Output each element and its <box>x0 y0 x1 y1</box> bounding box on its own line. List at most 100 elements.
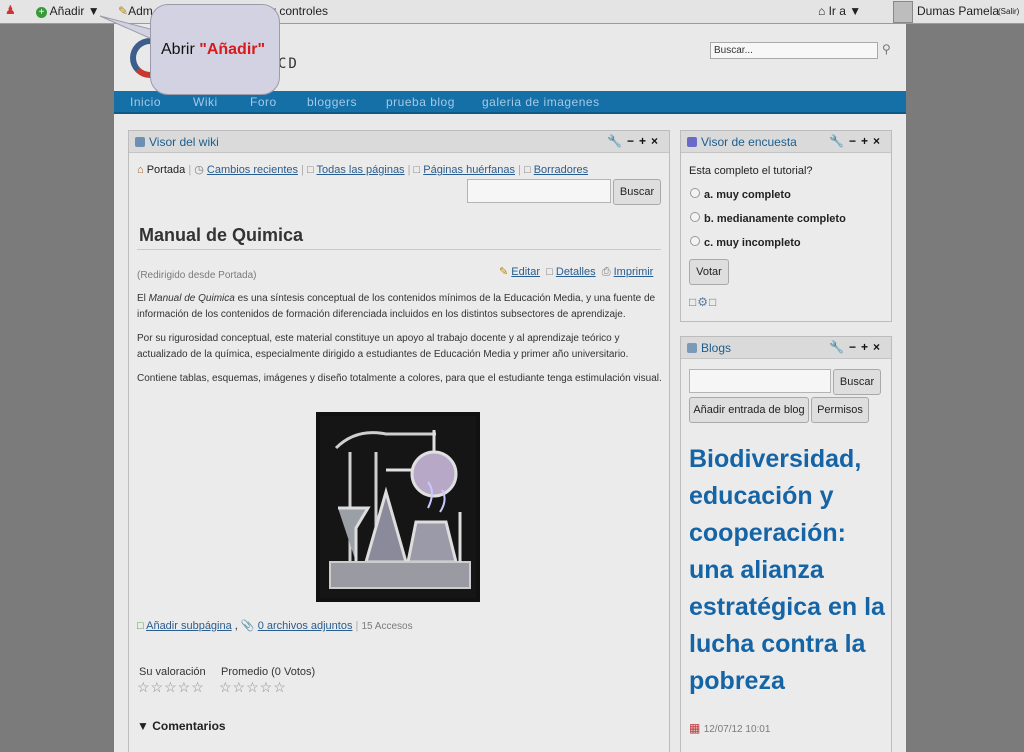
edit-link[interactable]: Editar <box>511 266 540 278</box>
permissions-button[interactable]: Permisos <box>811 397 869 423</box>
portlet-controls[interactable]: 🔧−+× <box>829 340 885 354</box>
paragraph-2: Por su rigurosidad conceptual, este mate… <box>137 333 629 360</box>
add-icon[interactable]: □ <box>709 295 717 309</box>
site-logo-text: CD <box>278 56 299 72</box>
poll-portlet-titlebar: Visor de encuesta 🔧−+× <box>681 131 891 153</box>
tab-cambios-recientes[interactable]: Cambios recientes <box>207 164 298 176</box>
add-menu-label: Añadir <box>49 4 85 18</box>
redirect-note: (Redirigido desde Portada) <box>137 270 257 281</box>
wrench-icon[interactable]: 🔧 <box>607 134 627 148</box>
lab-illustration <box>320 416 476 598</box>
comments-label: Comentarios <box>152 719 226 733</box>
your-rating-stars[interactable]: ☆☆☆☆☆ <box>137 679 205 696</box>
page-icon: □ <box>523 164 531 176</box>
page-actions: ✎ Editar □ Detalles ⎙ Imprimir <box>499 265 653 279</box>
comments-toggle[interactable]: ▼ Comentarios <box>137 719 226 733</box>
poll-option-b[interactable]: b. medianamente completo <box>704 213 846 225</box>
attachments-link[interactable]: 0 archivos adjuntos <box>258 620 353 632</box>
calendar-icon: ▦ <box>689 721 701 735</box>
tab-todas-paginas[interactable]: Todas las páginas <box>317 164 405 176</box>
tooltip-prefix: Abrir <box>161 41 195 58</box>
wiki-search-input[interactable] <box>467 179 611 203</box>
view-count: 15 Accesos <box>361 621 413 632</box>
chemistry-lab-image <box>316 412 480 602</box>
poll-option-radio-b[interactable] <box>690 212 700 222</box>
clock-icon: ◷ <box>194 164 204 176</box>
page-footer-links: □ Añadir subpágina , 📎 0 archivos adjunt… <box>137 620 413 632</box>
wiki-portlet: Visor del wiki 🔧−+× ⌂ Portada | ◷ Cambio… <box>128 130 670 752</box>
search-icon[interactable]: ⚲ <box>882 42 891 56</box>
add-icon: + <box>36 7 47 18</box>
poll-portlet-title: Visor de encuesta <box>701 135 797 149</box>
wiki-tabs: ⌂ Portada | ◷ Cambios recientes | □ Toda… <box>137 164 589 176</box>
poll-question: Esta completo el tutorial? <box>689 165 813 177</box>
page-container: CD ⚲ Inicio Wiki Foro bloggers prueba bl… <box>114 24 906 752</box>
printer-icon: ⎙ <box>601 266 611 278</box>
toggle-controls-button[interactable]: r controles <box>272 4 328 18</box>
add-menu-button[interactable]: + Añadir ▼ <box>36 4 100 18</box>
poll-option-radio-c[interactable] <box>690 236 700 246</box>
nav-item-prueba-blog[interactable]: prueba blog <box>386 95 455 109</box>
logout-link[interactable]: (Salir) <box>998 7 1019 16</box>
tooltip-pointer <box>99 15 155 41</box>
goto-label: Ir a <box>828 4 846 18</box>
paragraph-3: Contiene tablas, esquemas, imágenes y di… <box>137 373 662 384</box>
blog-entry-date: ▦ 12/07/12 10:01 <box>689 721 770 735</box>
add-subpage-link[interactable]: Añadir subpágina <box>146 620 232 632</box>
goto-menu-button[interactable]: ⌂ Ir a ▼ <box>818 4 861 18</box>
wrench-icon[interactable]: 🔧 <box>829 134 849 148</box>
page-icon: □ <box>546 266 553 278</box>
add-blog-entry-button[interactable]: Añadir entrada de blog <box>689 397 809 423</box>
attachment-icon: 📎 <box>240 620 255 632</box>
page-icon: □ <box>306 164 314 176</box>
portlet-controls[interactable]: 🔧−+× <box>607 134 663 148</box>
nav-item-galeria[interactable]: galeria de imagenes <box>482 95 600 109</box>
print-link[interactable]: Imprimir <box>614 266 654 278</box>
pin-icon[interactable]: ♟ <box>5 3 16 17</box>
details-link[interactable]: Detalles <box>556 266 596 278</box>
poll-portlet: Visor de encuesta 🔧−+× Esta completo el … <box>680 130 892 322</box>
wiki-search-button[interactable]: Buscar <box>613 179 661 205</box>
blogs-portlet: Blogs 🔧−+× Buscar Añadir entrada de blog… <box>680 336 892 752</box>
vote-button[interactable]: Votar <box>689 259 729 285</box>
tooltip-text: Abrir "Añadir" <box>161 41 265 59</box>
page-title: Manual de Quimica <box>139 225 304 245</box>
gear-icon[interactable]: ⚙ <box>697 295 709 309</box>
nav-item-bloggers[interactable]: bloggers <box>307 95 357 109</box>
poll-option-radio-a[interactable] <box>690 188 700 198</box>
p1-pre: El <box>137 293 149 304</box>
p1-em: Manual de Quimica <box>148 293 235 304</box>
site-search-input[interactable] <box>710 42 878 59</box>
blog-entry-title[interactable]: Biodiversidad, educación y cooperación: … <box>689 441 885 700</box>
wiki-portlet-titlebar: Visor del wiki 🔧−+× <box>129 131 669 153</box>
portlet-controls[interactable]: 🔧−+× <box>829 134 885 148</box>
home-icon: ⌂ <box>137 164 144 176</box>
wiki-icon <box>135 137 145 147</box>
nav-item-inicio[interactable]: Inicio <box>130 95 161 109</box>
page-icon: □ <box>413 164 421 176</box>
poll-option-c[interactable]: c. muy incompleto <box>704 237 801 249</box>
average-rating-stars: ☆☆☆☆☆ <box>219 679 287 695</box>
tab-paginas-huerfanas[interactable]: Páginas huérfanas <box>423 164 515 176</box>
title-divider <box>137 249 661 250</box>
avatar[interactable] <box>893 1 913 23</box>
user-name-link[interactable]: Dumas Pamela <box>917 4 999 18</box>
edit-icon[interactable]: □ <box>689 295 697 309</box>
nav-item-wiki[interactable]: Wiki <box>193 95 218 109</box>
nav-item-foro[interactable]: Foro <box>250 95 277 109</box>
blogs-portlet-titlebar: Blogs 🔧−+× <box>681 337 891 359</box>
home-icon: ⌂ <box>818 4 826 18</box>
add-page-icon: □ <box>137 620 144 632</box>
blog-search-button[interactable]: Buscar <box>833 369 881 395</box>
paragraph-1: El Manual de Quimica es una síntesis con… <box>137 291 663 323</box>
blog-search-input[interactable] <box>689 369 831 393</box>
tab-portada[interactable]: Portada <box>147 164 186 176</box>
your-rating-label: Su valoración <box>139 666 206 678</box>
blogs-portlet-title: Blogs <box>701 341 732 355</box>
poll-toolbar-icons[interactable]: □⚙□ <box>689 295 717 309</box>
blog-entry-date-text: 12/07/12 10:01 <box>703 724 771 735</box>
poll-option-a[interactable]: a. muy completo <box>704 189 791 201</box>
blog-icon <box>687 343 697 353</box>
tab-borradores[interactable]: Borradores <box>534 164 588 176</box>
wrench-icon[interactable]: 🔧 <box>829 340 849 354</box>
